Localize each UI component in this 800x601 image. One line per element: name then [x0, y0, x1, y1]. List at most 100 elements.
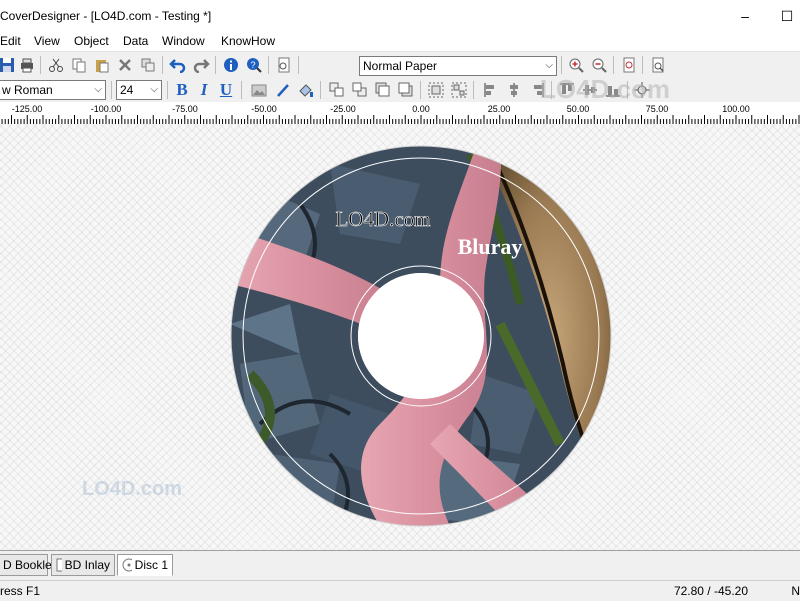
- maximize-button[interactable]: ☐: [764, 0, 800, 32]
- ruler-label: -125.00: [11, 104, 43, 114]
- print-button[interactable]: [16, 54, 38, 76]
- align-center-button[interactable]: [503, 79, 525, 101]
- toolbar-separator: [241, 81, 242, 99]
- tab-bd-inlay[interactable]: BD Inlay: [51, 554, 115, 576]
- minimize-icon: –: [741, 8, 749, 24]
- bold-button[interactable]: B: [171, 79, 193, 101]
- cursor-coordinates: 72.80 / -45.20: [673, 584, 748, 598]
- menu-view[interactable]: View: [34, 34, 60, 48]
- zoom-in-button[interactable]: [565, 54, 587, 76]
- ruler-label: 50.00: [566, 104, 590, 114]
- paper-type-select[interactable]: Normal Paper ⌵: [359, 56, 557, 76]
- ruler-label: -50.00: [251, 104, 277, 114]
- paste-icon: [96, 60, 109, 73]
- menu-bar: Edit View Object Data Window KnowHow: [0, 32, 800, 51]
- page-setup-button[interactable]: [273, 54, 295, 76]
- align-left-button[interactable]: [480, 79, 502, 101]
- duplicate-icon: [141, 58, 155, 72]
- toolbar-separator: [40, 56, 41, 74]
- toolbar-separator: [268, 56, 269, 74]
- font-size-value: 24: [120, 83, 134, 97]
- bring-forward-button[interactable]: [326, 79, 348, 101]
- redo-button[interactable]: [190, 54, 212, 76]
- chevron-down-icon: ⌵: [150, 84, 158, 95]
- toolbar-separator: [162, 56, 163, 74]
- pen-tool-button[interactable]: [272, 79, 294, 101]
- image-tool-button[interactable]: [248, 79, 270, 101]
- ruler-label: 25.00: [487, 104, 511, 114]
- send-to-back-button[interactable]: [395, 79, 417, 101]
- font-size-select[interactable]: 24 ⌵: [116, 80, 162, 100]
- info-button[interactable]: [220, 54, 242, 76]
- menu-data[interactable]: Data: [123, 34, 148, 48]
- inlay-icon: [56, 558, 62, 572]
- duplicate-button[interactable]: [137, 54, 159, 76]
- horizontal-ruler: -125.00 -100.00 -75.00 -50.00 -25.00 0.0…: [0, 102, 800, 125]
- zoom-page-icon: [623, 57, 635, 73]
- print-preview-icon: [652, 57, 664, 73]
- window-title: CoverDesigner - [LO4D.com - Testing *]: [0, 9, 212, 23]
- disc-graphic[interactable]: LO4D.com Bluray: [0, 124, 800, 550]
- ungroup-button[interactable]: [448, 79, 470, 101]
- zoom-out-button[interactable]: [588, 54, 610, 76]
- menu-object[interactable]: Object: [74, 34, 109, 48]
- bring-to-front-button[interactable]: [372, 79, 394, 101]
- help-search-icon: ?: [247, 58, 262, 73]
- underline-button[interactable]: U: [215, 79, 237, 101]
- undo-button[interactable]: [167, 54, 189, 76]
- menu-knowhow[interactable]: KnowHow: [221, 34, 275, 48]
- document-tabs: D Booklet BD Inlay Disc 1: [0, 550, 800, 581]
- italic-button[interactable]: I: [193, 79, 215, 101]
- group-button[interactable]: [425, 79, 447, 101]
- corner-watermark: LO4D.com: [540, 74, 670, 105]
- tab-label: Disc 1: [134, 558, 168, 572]
- watermark-text: LO4D.com: [540, 74, 671, 104]
- format-toolbar: w Roman ⌵ 24 ⌵ B I U: [0, 78, 800, 103]
- ungroup-icon: [451, 82, 467, 98]
- font-family-select[interactable]: w Roman ⌵: [0, 80, 106, 100]
- help-button[interactable]: ?: [243, 54, 265, 76]
- send-backward-button[interactable]: [349, 79, 371, 101]
- cut-button[interactable]: [45, 54, 67, 76]
- zoom-page-button[interactable]: [618, 54, 640, 76]
- bring-forward-icon: [329, 82, 344, 97]
- tab-disc-1[interactable]: Disc 1: [117, 554, 173, 576]
- disc-hole: [358, 273, 484, 399]
- status-indicator: N: [791, 584, 800, 598]
- print-preview-button[interactable]: [647, 54, 669, 76]
- design-canvas[interactable]: LO4D.com LO4D.com Bluray: [0, 124, 800, 550]
- delete-button[interactable]: [114, 54, 136, 76]
- menu-edit[interactable]: Edit: [0, 34, 21, 48]
- chevron-down-icon: ⌵: [94, 84, 102, 95]
- ruler-label: -25.00: [330, 104, 356, 114]
- group-icon: [428, 82, 444, 98]
- main-toolbar: ? Normal Paper ⌵: [0, 51, 800, 79]
- toolbar-separator: [420, 81, 421, 99]
- printer-icon: [21, 58, 33, 73]
- menu-window[interactable]: Window: [162, 34, 205, 48]
- image-icon: [251, 84, 267, 97]
- toolbar-separator: [298, 56, 299, 74]
- paste-button[interactable]: [91, 54, 113, 76]
- chevron-down-icon: ⌵: [545, 60, 553, 71]
- bold-icon: B: [176, 80, 188, 99]
- italic-icon: I: [200, 80, 208, 99]
- maximize-icon: ☐: [780, 7, 794, 24]
- page-setup-icon: [278, 57, 290, 73]
- send-backward-icon: [352, 82, 367, 97]
- minimize-button[interactable]: –: [722, 0, 768, 32]
- fill-icon: [299, 84, 313, 97]
- toolbar-separator: [215, 56, 216, 74]
- tab-booklet[interactable]: D Booklet: [0, 554, 55, 576]
- underline-icon: U: [219, 80, 233, 99]
- status-bar: ress F1 72.80 / -45.20 N: [0, 580, 800, 601]
- ruler-label: 100.00: [722, 104, 750, 114]
- disc-label-text[interactable]: Bluray: [458, 234, 523, 259]
- disc-watermark-text[interactable]: LO4D.com: [335, 207, 431, 232]
- paper-type-value: Normal Paper: [363, 59, 438, 73]
- save-icon: [0, 58, 14, 72]
- fill-tool-button[interactable]: [295, 79, 317, 101]
- scissors-icon: [49, 58, 63, 72]
- toolbar-separator: [613, 56, 614, 74]
- copy-button[interactable]: [68, 54, 90, 76]
